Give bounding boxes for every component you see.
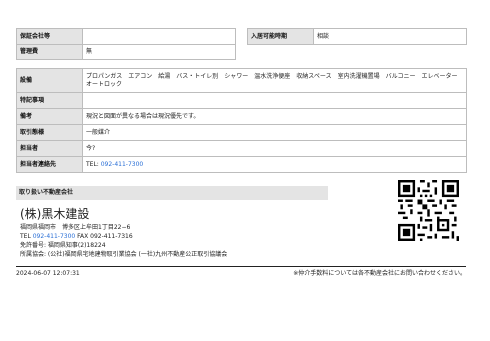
- guarantor-label: 保証会社等: [16, 28, 83, 45]
- fee-notice: ※仲介手数料については各不動産会社にお問い合わせください。: [293, 270, 466, 277]
- summary-table: 保証会社等 入居可能時期 相談 管理費 無: [16, 28, 467, 60]
- staff-value: 今?: [82, 140, 467, 157]
- agency-name: (株)黒木建設: [20, 207, 90, 221]
- qr-code[interactable]: [398, 180, 459, 241]
- equipment-label: 設備: [16, 68, 83, 93]
- staff-contact-label: 担当者連絡先: [16, 156, 83, 173]
- contact-phone-link[interactable]: 092-411-7300: [101, 161, 144, 168]
- staff-contact-value: TEL: 092-411-7300: [82, 156, 467, 173]
- remarks-value: 現況と図面が異なる場合は現況優先です。: [82, 108, 467, 125]
- agency-header: 取り扱い不動産会社: [16, 186, 328, 200]
- detail-table: 設備 プロパンガス エアコン 給湯 バス・トイレ別 シャワー 温水洗浄便座 収納…: [16, 68, 467, 173]
- tel-prefix: TEL: [20, 233, 33, 240]
- agency-fax: FAX 092-411-7316: [75, 233, 133, 240]
- contact-prefix: TEL:: [86, 160, 101, 168]
- management-fee-label: 管理費: [16, 44, 83, 60]
- agency-license: 免許番号: 福岡県知事(2)18224: [20, 242, 106, 249]
- guarantor-value: [82, 28, 236, 45]
- remarks-label: 備考: [16, 108, 83, 125]
- agency-phone-link[interactable]: 092-411-7300: [33, 233, 76, 240]
- print-timestamp: 2024-06-07 12:07:31: [16, 270, 80, 277]
- transaction-type-value: 一般媒介: [82, 124, 467, 141]
- move-in-label: 入居可能時期: [247, 28, 314, 45]
- management-fee-value: 無: [82, 44, 236, 60]
- staff-label: 担当者: [16, 140, 83, 157]
- special-notes-value: [82, 92, 467, 109]
- transaction-type-label: 取引態様: [16, 124, 83, 141]
- footer-divider: [16, 266, 466, 267]
- move-in-value: 相談: [313, 28, 467, 45]
- agency-association: 所属協会: (公社)福岡県宅地建物取引業協会 (一社)九州不動産公正取引協議会: [20, 251, 228, 258]
- equipment-value: プロパンガス エアコン 給湯 バス・トイレ別 シャワー 温水洗浄便座 収納スペー…: [82, 68, 467, 93]
- agency-address: 福岡県福岡市 博多区上牟田1丁目22−6: [20, 224, 131, 231]
- special-notes-label: 特記事項: [16, 92, 83, 109]
- agency-tel-line: TEL 092-411-7300 FAX 092-411-7316: [20, 233, 133, 241]
